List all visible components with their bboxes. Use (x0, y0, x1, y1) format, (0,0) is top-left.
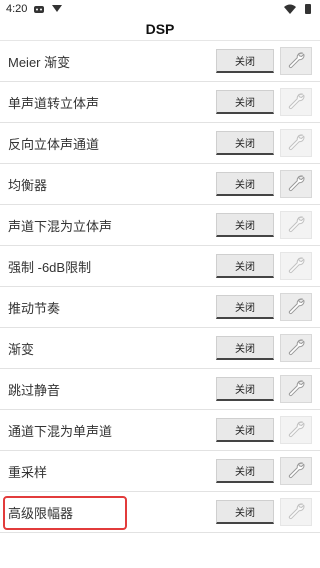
wrench-icon (286, 377, 306, 402)
settings-button[interactable] (280, 375, 312, 403)
wifi-icon (284, 4, 296, 14)
list-item: 单声道转立体声 关闭 (0, 82, 320, 123)
effect-label: 声道下混为立体声 (8, 218, 113, 234)
toggle-button[interactable]: 关闭 (216, 500, 274, 524)
toggle-button[interactable]: 关闭 (216, 131, 274, 155)
wrench-icon (286, 49, 306, 74)
list-item: 声道下混为立体声 关闭 (0, 205, 320, 246)
toggle-button[interactable]: 关闭 (216, 254, 274, 278)
wrench-icon (286, 172, 306, 197)
toggle-button[interactable]: 关闭 (216, 90, 274, 114)
wrench-icon (286, 254, 306, 279)
list-item: 推动节奏 关闭 (0, 287, 320, 328)
wrench-icon (286, 418, 306, 443)
effect-label: 重采样 (8, 464, 48, 480)
list-item: 重采样 关闭 (0, 451, 320, 492)
settings-button[interactable] (280, 47, 312, 75)
toggle-button[interactable]: 关闭 (216, 418, 274, 442)
effect-label: 通道下混为单声道 (8, 423, 113, 439)
effect-label: Meier 渐变 (8, 54, 71, 70)
settings-button[interactable] (280, 252, 312, 280)
toggle-button[interactable]: 关闭 (216, 377, 274, 401)
effect-label: 单声道转立体声 (8, 95, 100, 111)
effect-label: 推动节奏 (8, 300, 61, 316)
toggle-button[interactable]: 关闭 (216, 295, 274, 319)
toggle-button[interactable]: 关闭 (216, 459, 274, 483)
settings-button[interactable] (280, 129, 312, 157)
wrench-icon (286, 459, 306, 484)
list-item: 通道下混为单声道 关闭 (0, 410, 320, 451)
wrench-icon (286, 131, 306, 156)
battery-icon (305, 4, 311, 14)
settings-button[interactable] (280, 170, 312, 198)
wrench-icon (286, 336, 306, 361)
toggle-button[interactable]: 关闭 (216, 336, 274, 360)
effect-label: 均衡器 (8, 177, 48, 193)
status-time: 4:20 (6, 3, 28, 15)
settings-button[interactable] (280, 457, 312, 485)
effect-label: 反向立体声通道 (8, 136, 100, 152)
list-item: 高级限幅器 关闭 (0, 492, 320, 533)
wrench-icon (286, 500, 306, 525)
status-bar: 4:20 (0, 0, 320, 18)
toggle-button[interactable]: 关闭 (216, 213, 274, 237)
dsp-effects-list: Meier 渐变 关闭 单声道转立体声 关闭 反向立体声通道 关闭 均衡器 关闭 声道下混为立体… (0, 41, 320, 533)
list-item: 跳过静音 关闭 (0, 369, 320, 410)
settings-button[interactable] (280, 416, 312, 444)
wrench-icon (286, 295, 306, 320)
settings-button[interactable] (280, 334, 312, 362)
settings-button[interactable] (280, 211, 312, 239)
effect-label: 高级限幅器 (8, 505, 74, 521)
list-item: 强制 -6dB限制 关闭 (0, 246, 320, 287)
list-item: Meier 渐变 关闭 (0, 41, 320, 82)
wrench-icon (286, 213, 306, 238)
settings-button[interactable] (280, 88, 312, 116)
page-title: DSP (0, 18, 320, 41)
list-item: 反向立体声通道 关闭 (0, 123, 320, 164)
settings-button[interactable] (280, 293, 312, 321)
settings-button[interactable] (280, 498, 312, 526)
app-notification-icon (52, 5, 63, 12)
list-item: 渐变 关闭 (0, 328, 320, 369)
effect-label: 强制 -6dB限制 (8, 259, 92, 275)
toggle-button[interactable]: 关闭 (216, 49, 274, 73)
effect-label: 跳过静音 (8, 382, 61, 398)
effect-label: 渐变 (8, 341, 35, 357)
list-item: 均衡器 关闭 (0, 164, 320, 205)
wrench-icon (286, 90, 306, 115)
notification-icon (34, 6, 45, 13)
toggle-button[interactable]: 关闭 (216, 172, 274, 196)
